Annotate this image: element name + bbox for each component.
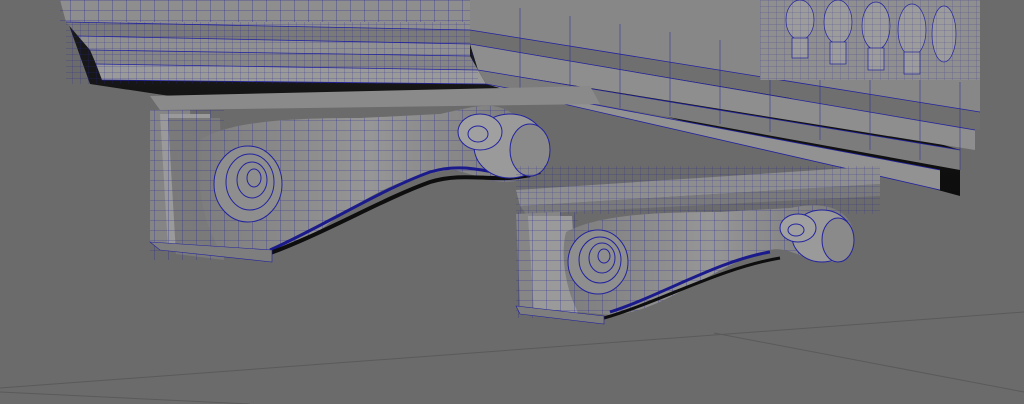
viewport-canvas[interactable]: [0, 0, 1024, 404]
volute-spiral-right: [567, 229, 629, 295]
corbel-bracket-right: [515, 166, 880, 325]
volute-spiral-left: [213, 145, 283, 223]
ground-grid: [0, 311, 1024, 404]
3d-viewport[interactable]: [0, 0, 1024, 404]
balustrade: [760, 0, 980, 80]
scroll-roll-right: [779, 209, 855, 263]
